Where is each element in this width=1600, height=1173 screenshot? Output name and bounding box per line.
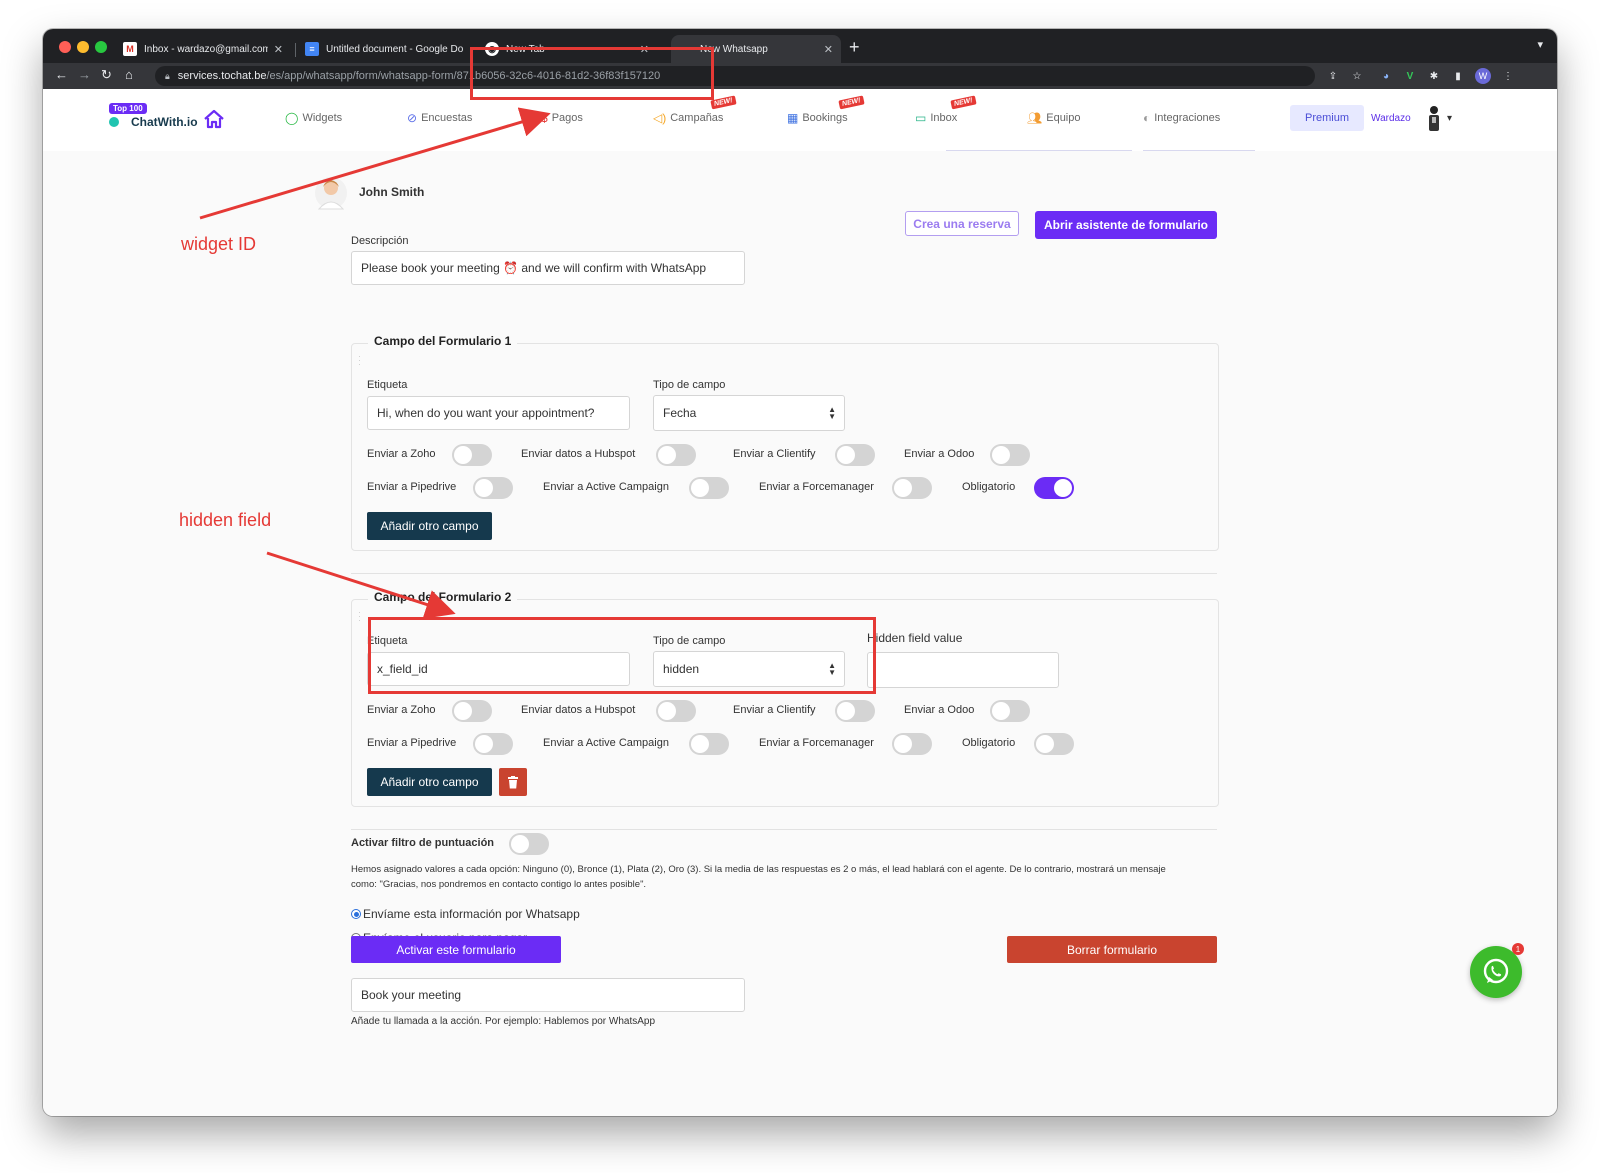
widget-id-annotation: widget ID [181, 234, 257, 254]
hidden-field-annotation: hidden field [179, 510, 272, 530]
hidden-field-arrow [266, 551, 456, 619]
annotation-arrows [199, 107, 551, 619]
widget-id-highlight-box [470, 47, 714, 100]
widget-id-arrow [199, 107, 551, 220]
hidden-field-highlight-box [368, 617, 876, 694]
